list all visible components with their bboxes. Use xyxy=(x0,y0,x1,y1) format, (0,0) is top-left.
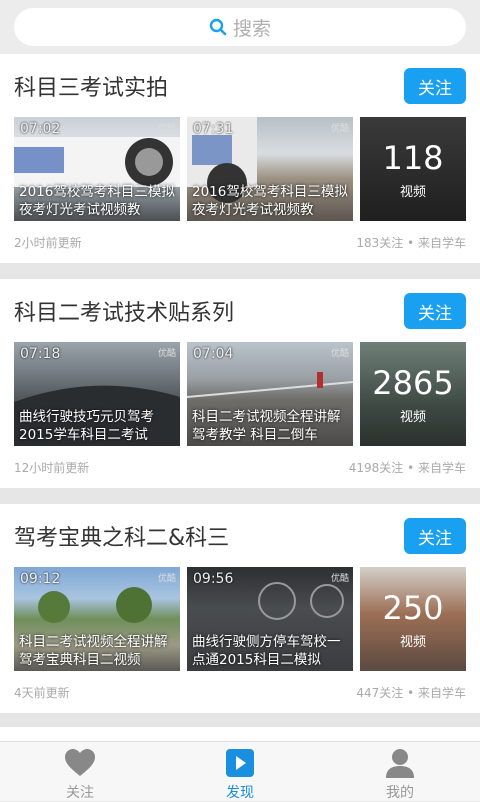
video-count-label: 视频 xyxy=(399,410,426,425)
topic-card: 科目三考试实拍 关注 优酷 07:02 2016驾校驾考科目三模拟夜考灯光考试视… xyxy=(0,54,480,263)
video-thumbnail[interactable]: 优酷 07:02 2016驾校驾考科目三模拟夜考灯光考试视频教 xyxy=(14,117,180,221)
topic-title: 科目三考试实拍 xyxy=(14,76,169,101)
video-count: 2865 xyxy=(372,364,454,402)
tab-discover[interactable]: 发现 xyxy=(160,742,320,801)
video-caption: 科目二考试视频全程讲解驾考宝典科目二视频 xyxy=(19,634,168,668)
watermark-badge: 优酷 xyxy=(330,349,349,359)
heart-icon xyxy=(65,749,95,776)
updated-time: 12小时前更新 xyxy=(14,461,90,475)
video-count-label: 视频 xyxy=(399,635,426,650)
video-thumbnail[interactable]: 优酷 07:04 科目二考试视频全程讲解驾考教学 科目二倒车 xyxy=(187,342,353,446)
video-thumbnail[interactable]: 优酷 09:56 曲线行驶侧方停车驾校一点通2015科目二模拟 xyxy=(187,567,353,671)
bottom-tab-bar: 关注 发现 我的 xyxy=(0,741,480,801)
more-videos-tile[interactable]: 250 视频 xyxy=(360,567,466,671)
video-thumbnail[interactable]: 优酷 09:12 科目二考试视频全程讲解驾考宝典科目二视频 xyxy=(14,567,180,671)
search-icon xyxy=(209,18,227,36)
topic-title: 驾考宝典之科二&科三 xyxy=(14,526,230,551)
tab-label: 关注 xyxy=(66,785,94,801)
tab-label: 我的 xyxy=(386,785,414,801)
video-duration: 07:18 xyxy=(20,346,61,362)
tab-label: 发现 xyxy=(226,785,254,801)
video-duration: 07:04 xyxy=(193,346,234,362)
search-input[interactable]: 搜索 xyxy=(14,8,466,46)
video-caption: 曲线行驶侧方停车驾校一点通2015科目二模拟 xyxy=(192,634,341,668)
video-caption: 科目二考试视频全程讲解驾考教学 科目二倒车 xyxy=(192,409,341,443)
video-caption: 2016驾校驾考科目三模拟夜考灯光考试视频教 xyxy=(192,184,348,218)
follow-button[interactable]: 关注 xyxy=(404,518,466,554)
topic-card: 科目二考试技术贴系列 关注 优酷 07:18 曲线行驶技巧元贝驾考2015学车科… xyxy=(0,279,480,488)
play-icon xyxy=(226,749,254,777)
watermark-badge: 优酷 xyxy=(330,574,349,584)
video-caption: 曲线行驶技巧元贝驾考2015学车科目二考试 xyxy=(19,409,154,443)
search-bar: 搜索 xyxy=(0,0,480,54)
tab-mine[interactable]: 我的 xyxy=(320,742,480,801)
video-count: 118 xyxy=(382,139,444,177)
user-icon xyxy=(386,749,414,778)
topic-stats: 183关注 • 来自学车 xyxy=(356,236,466,250)
video-caption: 2016驾校驾考科目三模拟夜考灯光考试视频教 xyxy=(19,184,175,218)
video-thumbnail[interactable]: 优酷 07:18 曲线行驶技巧元贝驾考2015学车科目二考试 xyxy=(14,342,180,446)
follow-button[interactable]: 关注 xyxy=(404,293,466,329)
topic-title: 科目二考试技术贴系列 xyxy=(14,301,235,326)
updated-time: 2小时前更新 xyxy=(14,236,82,250)
topic-stats: 4198关注 • 来自学车 xyxy=(348,461,466,475)
watermark-badge: 优酷 xyxy=(157,124,176,134)
search-placeholder: 搜索 xyxy=(232,17,271,40)
watermark-badge: 优酷 xyxy=(330,124,349,134)
topic-card: 驾考宝典之科二&科三 关注 优酷 09:12 科目二考试视频全程讲解驾考宝典科目… xyxy=(0,504,480,713)
video-count-label: 视频 xyxy=(399,185,426,200)
video-duration: 09:12 xyxy=(20,571,61,587)
video-duration: 09:56 xyxy=(193,571,234,587)
watermark-badge: 优酷 xyxy=(157,349,176,359)
watermark-badge: 优酷 xyxy=(157,574,176,584)
follow-button[interactable]: 关注 xyxy=(404,68,466,104)
topic-stats: 447关注 • 来自学车 xyxy=(356,686,466,700)
more-videos-tile[interactable]: 2865 视频 xyxy=(360,342,466,446)
more-videos-tile[interactable]: 118 视频 xyxy=(360,117,466,221)
video-duration: 07:31 xyxy=(193,121,234,137)
tab-follow[interactable]: 关注 xyxy=(0,742,160,801)
updated-time: 4天前更新 xyxy=(14,686,70,700)
video-duration: 07:02 xyxy=(20,121,61,137)
video-count: 250 xyxy=(382,589,444,627)
video-thumbnail[interactable]: 优酷 07:31 2016驾校驾考科目三模拟夜考灯光考试视频教 xyxy=(187,117,353,221)
